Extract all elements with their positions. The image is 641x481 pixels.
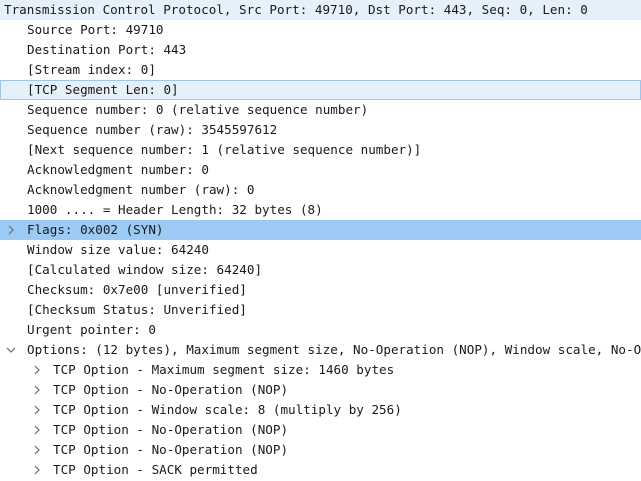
chevron-right-icon[interactable]: [30, 460, 44, 480]
option-window-scale[interactable]: TCP Option - Window scale: 8 (multiply b…: [0, 400, 641, 420]
field-sequence-number-raw[interactable]: Sequence number (raw): 3545597612: [0, 120, 641, 140]
field-checksum-label: Checksum: 0x7e00 [unverified]: [27, 282, 247, 297]
field-destination-port-label: Destination Port: 443: [27, 42, 187, 57]
field-options[interactable]: Options: (12 bytes), Maximum segment siz…: [0, 340, 641, 360]
field-tcp-segment-len[interactable]: [TCP Segment Len: 0]: [0, 80, 641, 100]
field-sequence-number-label: Sequence number: 0 (relative sequence nu…: [27, 102, 369, 117]
field-sequence-number[interactable]: Sequence number: 0 (relative sequence nu…: [0, 100, 641, 120]
option-no-operation-2-label: TCP Option - No-Operation (NOP): [53, 422, 289, 437]
field-header-length[interactable]: 1000 .... = Header Length: 32 bytes (8): [0, 200, 641, 220]
field-source-port-label: Source Port: 49710: [27, 22, 164, 37]
chevron-down-icon[interactable]: [4, 340, 18, 360]
field-checksum-status-label: [Checksum Status: Unverified]: [27, 302, 247, 317]
field-stream-index-label: [Stream index: 0]: [27, 62, 156, 77]
field-urgent-pointer[interactable]: Urgent pointer: 0: [0, 320, 641, 340]
chevron-right-icon[interactable]: [30, 360, 44, 380]
field-acknowledgment-number-raw-label: Acknowledgment number (raw): 0: [27, 182, 255, 197]
option-sack-permitted-label: TCP Option - SACK permitted: [53, 462, 258, 477]
field-stream-index[interactable]: [Stream index: 0]: [0, 60, 641, 80]
option-maximum-segment-size-label: TCP Option - Maximum segment size: 1460 …: [53, 362, 395, 377]
option-no-operation-3[interactable]: TCP Option - No-Operation (NOP): [0, 440, 641, 460]
option-maximum-segment-size[interactable]: TCP Option - Maximum segment size: 1460 …: [0, 360, 641, 380]
field-flags[interactable]: Flags: 0x002 (SYN): [0, 220, 641, 240]
field-tcp-segment-len-label: [TCP Segment Len: 0]: [27, 82, 179, 97]
field-window-size-value[interactable]: Window size value: 64240: [0, 240, 641, 260]
option-no-operation-3-label: TCP Option - No-Operation (NOP): [53, 442, 289, 457]
option-sack-permitted[interactable]: TCP Option - SACK permitted: [0, 460, 641, 480]
packet-details-tree: Transmission Control Protocol, Src Port:…: [0, 0, 641, 480]
field-options-label: Options: (12 bytes), Maximum segment siz…: [27, 342, 641, 357]
option-no-operation-2[interactable]: TCP Option - No-Operation (NOP): [0, 420, 641, 440]
tcp-protocol-header[interactable]: Transmission Control Protocol, Src Port:…: [0, 0, 641, 20]
field-window-size-value-label: Window size value: 64240: [27, 242, 209, 257]
field-acknowledgment-number-label: Acknowledgment number: 0: [27, 162, 209, 177]
field-acknowledgment-number[interactable]: Acknowledgment number: 0: [0, 160, 641, 180]
field-destination-port[interactable]: Destination Port: 443: [0, 40, 641, 60]
field-next-sequence-number[interactable]: [Next sequence number: 1 (relative seque…: [0, 140, 641, 160]
field-source-port[interactable]: Source Port: 49710: [0, 20, 641, 40]
field-urgent-pointer-label: Urgent pointer: 0: [27, 322, 156, 337]
field-flags-label: Flags: 0x002 (SYN): [27, 222, 164, 237]
chevron-right-icon[interactable]: [30, 420, 44, 440]
option-no-operation-1-label: TCP Option - No-Operation (NOP): [53, 382, 289, 397]
chevron-right-icon[interactable]: [30, 400, 44, 420]
field-calculated-window-size[interactable]: [Calculated window size: 64240]: [0, 260, 641, 280]
option-window-scale-label: TCP Option - Window scale: 8 (multiply b…: [53, 402, 402, 417]
field-header-length-label: 1000 .... = Header Length: 32 bytes (8): [27, 202, 323, 217]
chevron-right-icon[interactable]: [30, 440, 44, 460]
field-acknowledgment-number-raw[interactable]: Acknowledgment number (raw): 0: [0, 180, 641, 200]
chevron-right-icon[interactable]: [4, 220, 18, 240]
field-next-sequence-number-label: [Next sequence number: 1 (relative seque…: [27, 142, 422, 157]
tcp-protocol-header-label: Transmission Control Protocol, Src Port:…: [4, 2, 588, 17]
field-sequence-number-raw-label: Sequence number (raw): 3545597612: [27, 122, 278, 137]
field-checksum-status[interactable]: [Checksum Status: Unverified]: [0, 300, 641, 320]
field-calculated-window-size-label: [Calculated window size: 64240]: [27, 262, 263, 277]
option-no-operation-1[interactable]: TCP Option - No-Operation (NOP): [0, 380, 641, 400]
field-checksum[interactable]: Checksum: 0x7e00 [unverified]: [0, 280, 641, 300]
chevron-right-icon[interactable]: [30, 380, 44, 400]
